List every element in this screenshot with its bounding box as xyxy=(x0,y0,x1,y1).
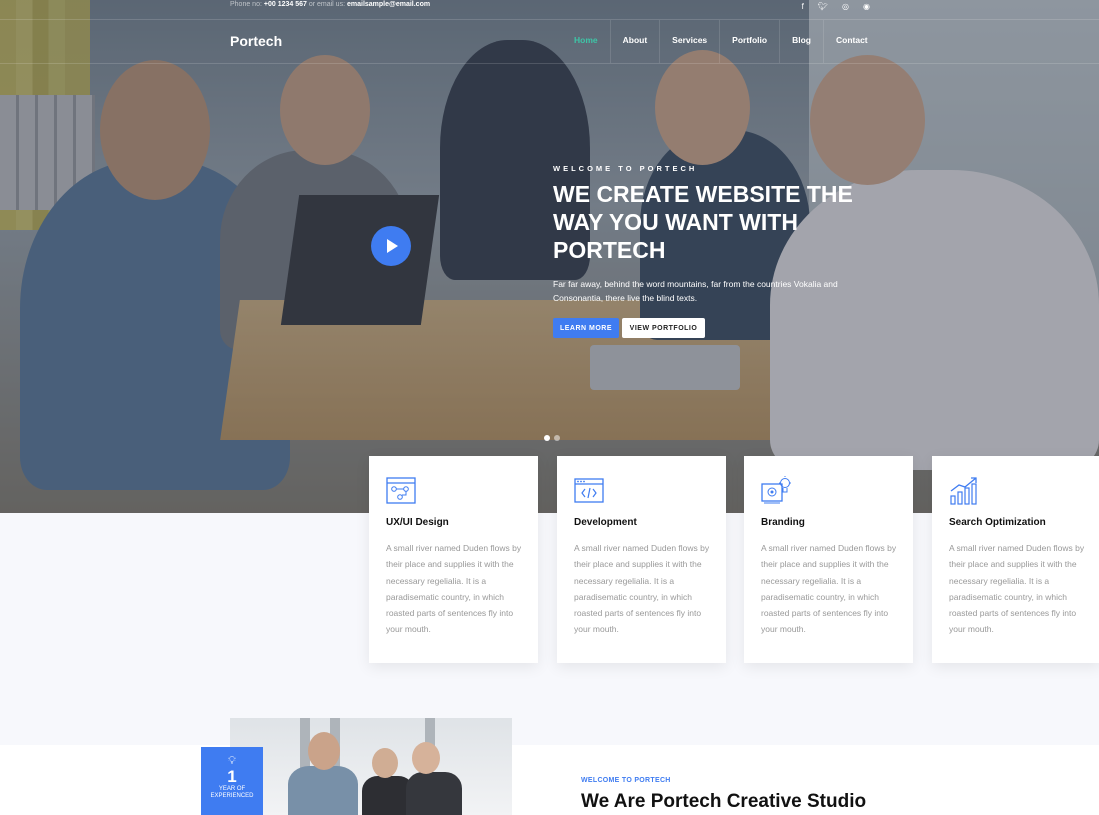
service-text: A small river named Duden flows by their… xyxy=(761,543,897,635)
twitter-icon[interactable]: 🐦︎ xyxy=(818,2,828,11)
service-card-branding[interactable]: Branding A small river named Duden flows… xyxy=(744,456,913,663)
play-video-button[interactable] xyxy=(371,226,411,266)
main-nav: Home About Services Portfolio Blog Conta… xyxy=(562,20,880,63)
service-text: A small river named Duden flows by their… xyxy=(574,543,710,635)
nav-services[interactable]: Services xyxy=(659,20,719,63)
email-label: or email us: xyxy=(308,1,346,8)
nav-home[interactable]: Home xyxy=(562,20,610,63)
slider-dot-2[interactable] xyxy=(554,435,560,441)
site-logo[interactable]: Portech xyxy=(230,33,282,49)
service-title: Search Optimization xyxy=(949,517,1046,528)
hero-description: Far far away, behind the word mountains,… xyxy=(553,279,838,303)
service-card-seo[interactable]: Search Optimization A small river named … xyxy=(932,456,1099,663)
slider-dot-1[interactable] xyxy=(544,435,550,441)
service-title: Development xyxy=(574,517,637,528)
branding-icon xyxy=(761,476,791,504)
service-text: A small river named Duden flows by their… xyxy=(386,543,522,635)
facebook-icon[interactable]: f xyxy=(802,2,804,11)
social-links: f 🐦︎ ◎ ◉ xyxy=(802,2,870,11)
service-card-ux[interactable]: UX/UI Design A small river named Duden f… xyxy=(369,456,538,663)
ux-design-icon xyxy=(386,477,416,504)
service-card-development[interactable]: Development A small river named Duden fl… xyxy=(557,456,726,663)
experience-badge: 💡︎ 1 YEAR OF EXPERIENCED xyxy=(201,747,263,815)
experience-number: 1 xyxy=(227,767,237,786)
hero-subheading: WELCOME TO PORTECH xyxy=(553,164,698,173)
nav-portfolio[interactable]: Portfolio xyxy=(719,20,779,63)
code-window-icon xyxy=(574,478,604,503)
nav-about[interactable]: About xyxy=(609,20,660,63)
view-portfolio-button[interactable]: VIEW PORTFOLIO xyxy=(622,318,705,338)
hero-section: Phone no: +00 1234 567 or email us: emai… xyxy=(0,0,1099,513)
about-subheading: WELCOME TO PORTECH xyxy=(581,777,671,784)
growth-chart-icon xyxy=(950,477,977,505)
about-section xyxy=(0,745,1099,815)
nav-blog[interactable]: Blog xyxy=(779,20,823,63)
email-link[interactable]: emailsample@email.com xyxy=(347,1,430,8)
instagram-icon[interactable]: ◎ xyxy=(842,2,849,11)
dribbble-icon[interactable]: ◉ xyxy=(863,2,870,11)
phone-label: Phone no: xyxy=(230,1,262,8)
phone-number[interactable]: +00 1234 567 xyxy=(264,1,307,8)
service-text: A small river named Duden flows by their… xyxy=(949,543,1085,635)
slider-dots xyxy=(544,435,560,441)
contact-info: Phone no: +00 1234 567 or email us: emai… xyxy=(230,1,430,8)
about-photo xyxy=(230,718,512,815)
learn-more-button[interactable]: LEARN MORE xyxy=(553,318,619,338)
service-title: UX/UI Design xyxy=(386,517,449,528)
navbar: Portech Home About Services Portfolio Bl… xyxy=(0,20,1099,64)
service-title: Branding xyxy=(761,517,805,528)
experience-label: YEAR OF EXPERIENCED xyxy=(210,786,254,799)
nav-contact[interactable]: Contact xyxy=(823,20,880,63)
about-title: We Are Portech Creative Studio xyxy=(581,791,867,812)
top-bar: Phone no: +00 1234 567 or email us: emai… xyxy=(0,0,1099,20)
hero-title: WE CREATE WEBSITE THE WAY YOU WANT WITH … xyxy=(553,181,853,263)
